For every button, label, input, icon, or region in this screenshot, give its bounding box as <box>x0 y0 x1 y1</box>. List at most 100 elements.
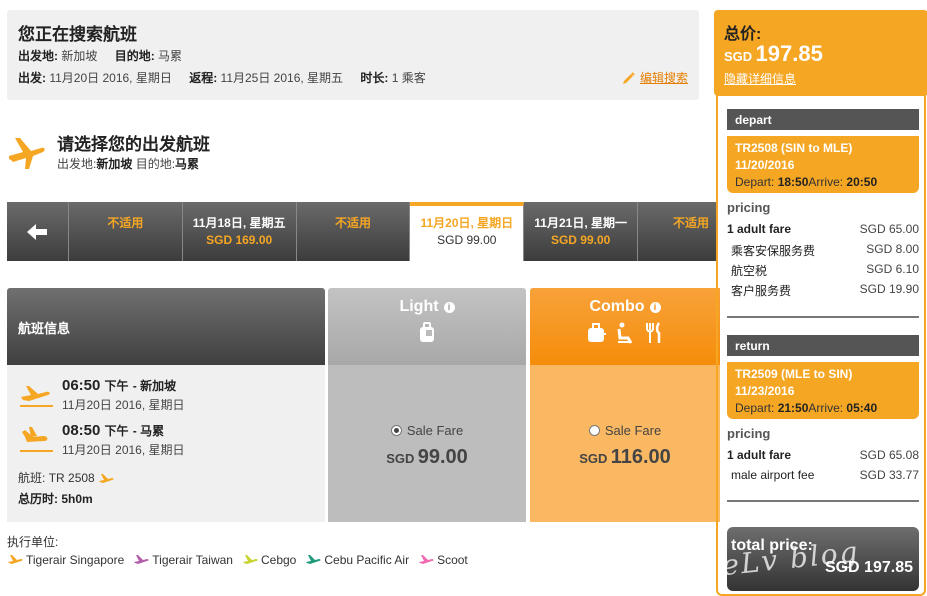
depart-flight-times: Depart: 18:50Arrive: 20:50 <box>735 175 911 189</box>
operator-name: Cebu Pacific Air <box>324 553 410 567</box>
city: - 马累 <box>132 424 165 438</box>
combo-fare-cell[interactable]: Sale Fare SGD 116.00 <box>530 365 720 522</box>
divider <box>727 316 919 318</box>
depart-label: Depart: <box>735 175 775 189</box>
from-value: 新加坡 <box>61 49 98 63</box>
price-name: 1 adult fare <box>727 222 792 236</box>
flight-info-header: 航班信息 <box>7 288 325 365</box>
date-option[interactable]: 不适用 <box>638 202 718 261</box>
duration-value: 5h0m <box>61 492 93 506</box>
light-price: 99.00 <box>417 446 468 468</box>
light-fare-header: Light i <box>328 288 526 365</box>
price-value: SGD 8.00 <box>866 242 919 256</box>
dep-from-value: 新加坡 <box>96 157 133 171</box>
bag-icon <box>420 322 434 342</box>
departure-heading: 请选择您的出发航班 出发地:新加坡 目的地:马累 <box>7 130 407 174</box>
operator-item: Tigerair Taiwan <box>133 553 233 567</box>
plane-icon <box>419 555 434 564</box>
ampm: 下午 <box>104 379 129 393</box>
date-selector: 不适用 11月18日, 星期五 SGD 169.00 不适用 11月20日, 星… <box>7 202 718 261</box>
arrive-time: 05:40 <box>846 401 878 415</box>
date-label: 11月20日, 星期日 <box>420 216 514 230</box>
total-amount: SGD 197.85 <box>724 41 823 67</box>
search-title: 您正在搜索航班 <box>18 25 137 44</box>
duration-label: 总历时: <box>18 492 58 506</box>
operator-item: Cebgo <box>242 553 296 567</box>
meal-icon <box>646 322 661 343</box>
edit-search-link[interactable]: 编辑搜索 <box>622 69 688 86</box>
plane-icon <box>8 555 23 564</box>
luggage-icon <box>588 323 606 342</box>
price-row: 1 adult fare SGD 65.00 <box>727 222 919 242</box>
light-fare-radio[interactable] <box>390 425 402 436</box>
segment-date: 11月20日 2016, 星期日 <box>62 398 185 412</box>
return-value: 11月25日 2016, 星期五 <box>220 71 344 85</box>
plane-icon <box>9 138 45 169</box>
operators-list: Tigerair Singapore Tigerair Taiwan Cebgo… <box>7 553 468 567</box>
date-option[interactable]: 11月18日, 星期五 SGD 169.00 <box>182 202 297 261</box>
price-name: 1 adult fare <box>727 448 792 462</box>
landing-icon <box>20 427 53 452</box>
arrive-label: Arrive: <box>808 401 844 415</box>
prev-dates-button[interactable] <box>7 202 69 261</box>
date-price: SGD 99.00 <box>550 233 611 247</box>
date-label: 11月18日, 星期五 <box>192 216 286 230</box>
flight-info-title: 航班信息 <box>18 321 71 336</box>
search-route: 出发地: 新加坡 目的地: 马累 <box>18 47 182 64</box>
arrive-time: 20:50 <box>846 175 878 189</box>
dep-to-label: 目的地: <box>135 157 176 171</box>
return-label: 返程: <box>189 71 218 85</box>
amount: 197.85 <box>755 41 823 66</box>
date-option[interactable]: 不适用 <box>296 202 411 261</box>
price-value: SGD 19.90 <box>859 282 919 296</box>
time-value: 08:50 <box>62 422 101 439</box>
segment-date: 11月20日 2016, 星期日 <box>62 443 185 457</box>
duration-label: 时长: <box>360 71 389 85</box>
pricing-label: pricing <box>727 200 771 215</box>
hide-details-link[interactable]: 隐藏详细信息 <box>724 70 796 87</box>
currency: SGD <box>724 49 753 64</box>
takeoff-icon <box>20 386 53 407</box>
pencil-icon <box>622 71 635 84</box>
plane-icon <box>134 555 149 564</box>
total-price-value: SGD 197.85 <box>824 559 913 576</box>
total-duration: 总历时: 5h0m <box>18 490 93 507</box>
seat-icon <box>617 322 633 344</box>
flight-info: 06:50 下午 - 新加坡 11月20日 2016, 星期日 08:50 下午… <box>7 365 325 522</box>
price-name: male airport fee <box>731 468 815 482</box>
departure-title: 请选择您的出发航班 <box>57 135 210 154</box>
city: - 新加坡 <box>132 379 177 393</box>
from-label: 出发地: <box>18 49 58 63</box>
combo-fare-radio[interactable] <box>588 425 600 436</box>
operator-name: Tigerair Singapore <box>26 553 125 567</box>
return-flight-date: 11/23/2016 <box>735 384 795 398</box>
time-value: 06:50 <box>62 377 101 394</box>
operator-item: Cebu Pacific Air <box>305 553 409 567</box>
search-summary: 您正在搜索航班 出发地: 新加坡 目的地: 马累 出发: 11月20日 2016… <box>7 10 699 100</box>
price-value: SGD 6.10 <box>866 262 919 276</box>
date-option-selected[interactable]: 11月20日, 星期日 SGD 99.00 <box>410 202 525 261</box>
date-label: 不适用 <box>673 216 710 230</box>
price-name: 客户服务费 <box>731 284 792 298</box>
date-price: SGD 99.00 <box>437 233 497 247</box>
operators-label: 执行单位: <box>7 535 59 549</box>
info-icon[interactable]: i <box>649 301 661 313</box>
pricing-label: pricing <box>727 426 771 441</box>
plane-icon <box>242 555 258 564</box>
arrive-label: Arrive: <box>808 175 844 189</box>
flight-value: TR 2508 <box>48 471 95 485</box>
info-icon[interactable]: i <box>443 301 455 313</box>
to-value: 马累 <box>158 49 183 63</box>
operator-item: Scoot <box>418 553 468 567</box>
depart-flight-number: TR2508 (SIN to MLE) <box>735 141 853 155</box>
total-price-label: total price: <box>731 537 813 554</box>
date-option[interactable]: 11月21日, 星期一 SGD 99.00 <box>524 202 639 261</box>
date-label: 11月21日, 星期一 <box>534 216 627 230</box>
plane-icon <box>306 555 321 564</box>
date-label: 不适用 <box>334 216 371 230</box>
combo-fare-option: Sale Fare <box>604 423 662 438</box>
return-flight-times: Depart: 21:50Arrive: 05:40 <box>735 401 911 415</box>
date-option[interactable]: 不适用 <box>68 202 183 261</box>
flight-number: 航班: TR 2508 <box>18 469 114 486</box>
light-fare-cell[interactable]: Sale Fare SGD 99.00 <box>328 365 526 522</box>
